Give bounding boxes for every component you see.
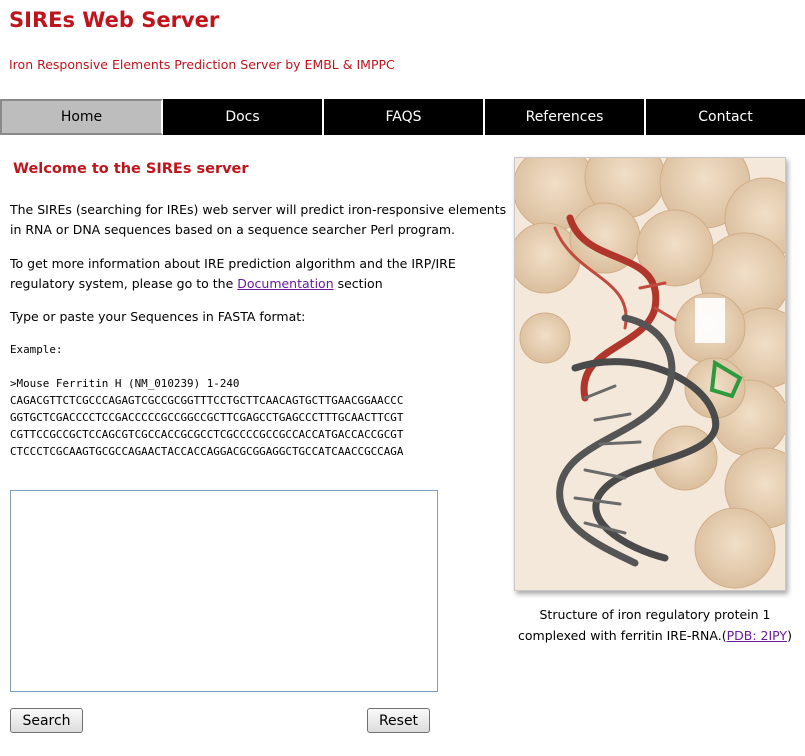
pdb-link[interactable]: PDB: 2IPY [727,628,787,643]
nav-home[interactable]: Home [0,99,163,135]
info-text: To get more information about IRE predic… [10,254,520,294]
fasta-instruction: Type or paste your Sequences in FASTA fo… [10,309,306,324]
nav-references[interactable]: References [485,99,646,135]
figure-caption: Structure of iron regulatory protein 1 c… [510,604,800,646]
site-subtitle: Iron Responsive Elements Prediction Serv… [9,57,395,72]
structure-figure [514,157,786,591]
nav-contact[interactable]: Contact [646,99,805,135]
welcome-heading: Welcome to the SIREs server [13,161,249,177]
example-sequence-line: GGTGCTCGACCCCTCCGACCCCCGCCGGCCGCTTCGAGCC… [10,411,404,424]
example-sequence-line: CGTTCCGCCGCTCCAGCGTCGCCACCGCGCCTCGCCCCGC… [10,428,404,441]
info-suffix: section [333,276,383,291]
example-sequence-line: CAGACGTTCTCGCCCAGAGTCGCCGCGGTTTCCTGCTTCA… [10,394,404,407]
example-header: >Mouse Ferritin H (NM_010239) 1-240 [10,377,240,390]
intro-text: The SIREs (searching for IREs) web serve… [10,202,507,237]
caption-close-paren: ) [787,628,792,643]
site-title: SIREs Web Server [9,8,220,32]
example-label: Example: [10,343,63,356]
info-prefix: To get more information about IRE predic… [10,256,456,291]
protein-rna-structure-image [515,158,785,590]
documentation-link[interactable]: Documentation [237,276,333,291]
reset-button[interactable]: Reset [367,708,430,733]
nav-docs[interactable]: Docs [163,99,324,135]
nav-faqs[interactable]: FAQS [324,99,485,135]
main-nav: Home Docs FAQS References Contact [0,99,805,135]
sequence-input[interactable] [10,490,438,692]
search-button[interactable]: Search [10,708,83,733]
example-sequence-line: CTCCCTCGCAAGTGCGCCAGAACTACCACCAGGACGCGGA… [10,445,404,458]
